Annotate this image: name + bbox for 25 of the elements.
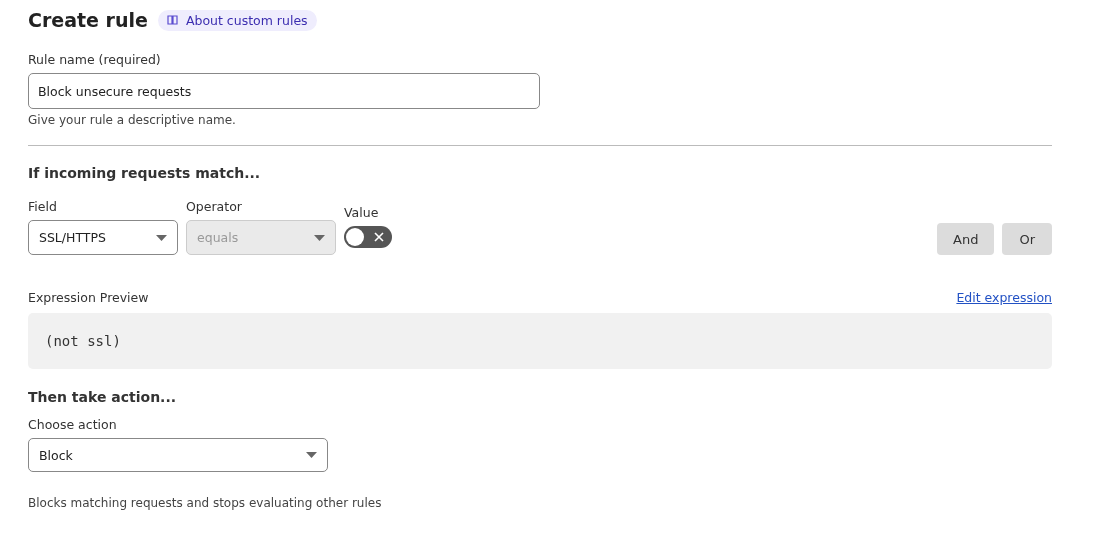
- edit-expression-link[interactable]: Edit expression: [956, 290, 1052, 305]
- field-label: Expression Preview: [28, 290, 149, 305]
- section-heading: Then take action...: [28, 389, 178, 405]
- page-title: Create rule: [28, 9, 148, 31]
- section-heading: If incoming requests match...: [28, 165, 262, 181]
- book-icon: [166, 15, 178, 25]
- logic-button[interactable]: Or: [1002, 223, 1052, 255]
- action-dropdown[interactable]: Block: [28, 438, 328, 472]
- field-label: Choose action: [28, 417, 118, 432]
- field-label: Field: [28, 199, 58, 214]
- help-link[interactable]: About custom rules: [157, 9, 317, 31]
- field-label: Rule name (required): [28, 52, 162, 67]
- caret-icon: [156, 234, 167, 241]
- rule-name-field[interactable]: Block unsecure requests: [28, 73, 540, 109]
- caret-icon: [314, 234, 325, 241]
- logic-button[interactable]: And: [937, 223, 995, 255]
- field-label: Value: [344, 205, 380, 220]
- expression-code: (not ssl): [45, 333, 121, 349]
- dropdown[interactable]: SSL/HTTPS: [28, 220, 178, 255]
- close-icon: [374, 232, 384, 242]
- toggle-switch[interactable]: [344, 226, 392, 248]
- hint-text: Give your rule a descriptive name.: [28, 113, 237, 127]
- caret-icon: [306, 452, 317, 458]
- action-description: Blocks matching requests and stops evaluating other rules: [28, 496, 383, 510]
- field-label: Operator: [186, 199, 243, 214]
